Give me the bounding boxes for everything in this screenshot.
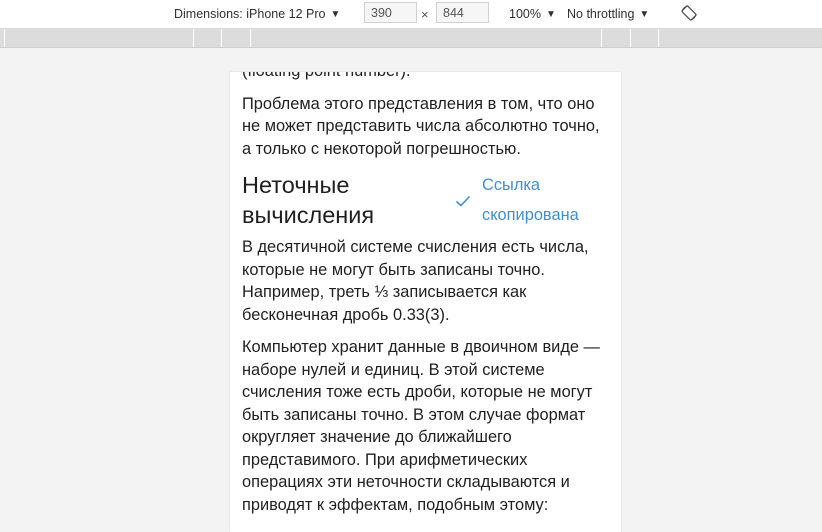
throttling-dropdown[interactable]: No throttling ▼: [567, 0, 649, 28]
rotate-icon[interactable]: [680, 4, 698, 22]
article-paragraph: В десятичной системе счисления есть числ…: [242, 238, 589, 324]
media-query-segment[interactable]: [250, 29, 251, 47]
article-paragraph: Проблема этого представления в том, что …: [242, 94, 600, 158]
caret-down-icon: ▼: [330, 8, 341, 20]
height-input[interactable]: [436, 2, 489, 23]
caret-down-icon: ▼: [545, 8, 556, 20]
device-toolbar: Dimensions: iPhone 12 Pro ▼ × 100% ▼ No …: [0, 0, 822, 29]
throttling-label: No throttling: [567, 7, 635, 21]
times-icon: ×: [421, 6, 429, 22]
section-heading-row: Неточные вычисления Ссылка скопирована: [242, 170, 610, 230]
section-heading[interactable]: Неточные вычисления: [242, 170, 432, 230]
device-viewport: (floating point number). Проблема этого …: [230, 72, 621, 532]
media-query-segment[interactable]: [630, 29, 631, 47]
caret-down-icon: ▼: [639, 8, 650, 20]
link-copied-notice[interactable]: Ссылка скопирована: [455, 170, 594, 230]
width-input[interactable]: [364, 2, 417, 23]
zoom-dropdown[interactable]: 100% ▼: [509, 0, 556, 28]
media-query-segment[interactable]: [4, 29, 5, 47]
media-query-segment[interactable]: [601, 29, 602, 47]
checkmark-icon: [455, 195, 471, 207]
zoom-label: 100%: [509, 7, 541, 21]
media-query-segment[interactable]: [658, 29, 659, 47]
media-query-bar[interactable]: [0, 29, 822, 48]
link-copied-label: Ссылка скопирована: [482, 176, 579, 224]
article-paragraph-fragment: (floating point number).: [242, 72, 610, 83]
device-dimensions-label: Dimensions: iPhone 12 Pro: [174, 7, 326, 21]
article-paragraph: Компьютер хранит данные в двоичном виде …: [242, 338, 600, 514]
media-query-segment[interactable]: [221, 29, 222, 47]
device-dimensions-dropdown[interactable]: Dimensions: iPhone 12 Pro ▼: [174, 0, 340, 28]
article-content: (floating point number). Проблема этого …: [242, 72, 610, 526]
media-query-segment[interactable]: [193, 29, 194, 47]
